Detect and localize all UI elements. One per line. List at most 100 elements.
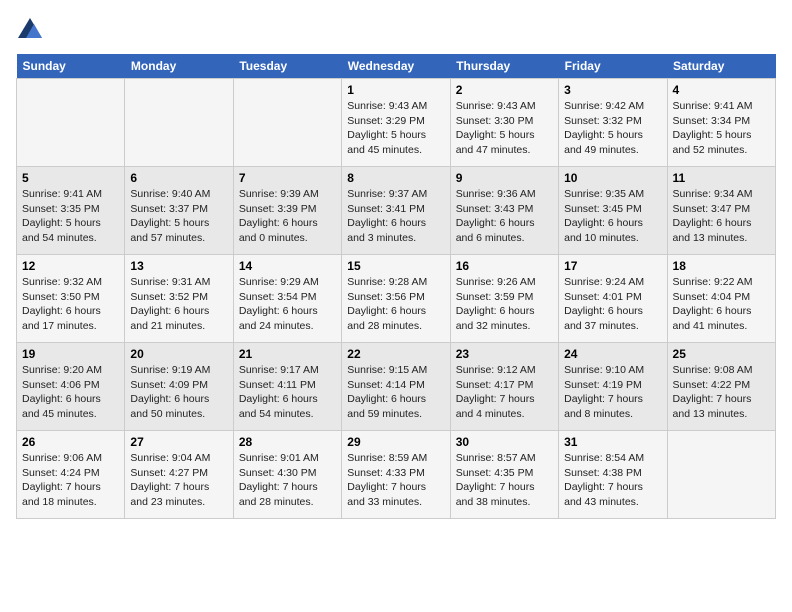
- calendar-cell: [17, 79, 125, 167]
- day-info: Sunrise: 9:42 AM Sunset: 3:32 PM Dayligh…: [564, 99, 661, 158]
- calendar-cell: 29Sunrise: 8:59 AM Sunset: 4:33 PM Dayli…: [342, 431, 450, 519]
- calendar-cell: [125, 79, 233, 167]
- logo-icon: [16, 16, 44, 44]
- day-number: 23: [456, 347, 553, 361]
- day-number: 12: [22, 259, 119, 273]
- calendar-cell: 8Sunrise: 9:37 AM Sunset: 3:41 PM Daylig…: [342, 167, 450, 255]
- calendar-cell: 28 Sunrise: 9:01 AM Sunset: 4:30 PM Dayli…: [233, 431, 341, 519]
- day-number: 2: [456, 83, 553, 97]
- calendar-cell: 7 Sunrise: 9:39 AM Sunset: 3:39 PM Daylig…: [233, 167, 341, 255]
- day-info: Sunrise: 9:29 AM Sunset: 3:54 PM Dayligh…: [239, 275, 336, 334]
- day-number: 27: [130, 435, 227, 449]
- day-info: Sunrise: 8:59 AM Sunset: 4:33 PM Dayligh…: [347, 451, 444, 510]
- day-number: 15: [347, 259, 444, 273]
- calendar-week-row: 1 Sunrise: 9:43 AM Sunset: 3:29 PM Daylig…: [17, 79, 776, 167]
- day-number: 6: [130, 171, 227, 185]
- day-number: 22: [347, 347, 444, 361]
- day-number: 5: [22, 171, 119, 185]
- day-number: 31: [564, 435, 661, 449]
- day-info: Sunrise: 9:19 AM Sunset: 4:09 PM Dayligh…: [130, 363, 227, 422]
- calendar-cell: 14 Sunrise: 9:29 AM Sunset: 3:54 PM Dayli…: [233, 255, 341, 343]
- calendar-cell: 23Sunrise: 9:12 AM Sunset: 4:17 PM Dayli…: [450, 343, 558, 431]
- calendar-table: SundayMondayTuesdayWednesdayThursdayFrid…: [16, 54, 776, 519]
- calendar-cell: [667, 431, 775, 519]
- day-info: Sunrise: 9:20 AM Sunset: 4:06 PM Dayligh…: [22, 363, 119, 422]
- day-info: Sunrise: 9:39 AM Sunset: 3:39 PM Dayligh…: [239, 187, 336, 246]
- calendar-week-row: 19 Sunrise: 9:20 AM Sunset: 4:06 PM Dayli…: [17, 343, 776, 431]
- day-info: Sunrise: 8:57 AM Sunset: 4:35 PM Dayligh…: [456, 451, 553, 510]
- weekday-header: Saturday: [667, 54, 775, 79]
- calendar-cell: 20Sunrise: 9:19 AM Sunset: 4:09 PM Dayli…: [125, 343, 233, 431]
- logo: [16, 16, 48, 44]
- calendar-cell: 16 Sunrise: 9:26 AM Sunset: 3:59 PM Dayli…: [450, 255, 558, 343]
- calendar-cell: 4Sunrise: 9:41 AM Sunset: 3:34 PM Daylig…: [667, 79, 775, 167]
- day-info: Sunrise: 9:15 AM Sunset: 4:14 PM Dayligh…: [347, 363, 444, 422]
- calendar-cell: 17 Sunrise: 9:24 AM Sunset: 4:01 PM Dayli…: [559, 255, 667, 343]
- day-number: 28: [239, 435, 336, 449]
- weekday-header-row: SundayMondayTuesdayWednesdayThursdayFrid…: [17, 54, 776, 79]
- day-info: Sunrise: 9:26 AM Sunset: 3:59 PM Dayligh…: [456, 275, 553, 334]
- calendar-cell: 2 Sunrise: 9:43 AM Sunset: 3:30 PM Daylig…: [450, 79, 558, 167]
- day-info: Sunrise: 9:43 AM Sunset: 3:30 PM Dayligh…: [456, 99, 553, 158]
- calendar-cell: 26 Sunrise: 9:06 AM Sunset: 4:24 PM Dayli…: [17, 431, 125, 519]
- calendar-cell: 31 Sunrise: 8:54 AM Sunset: 4:38 PM Dayli…: [559, 431, 667, 519]
- day-info: Sunrise: 9:01 AM Sunset: 4:30 PM Dayligh…: [239, 451, 336, 510]
- calendar-cell: 6 Sunrise: 9:40 AM Sunset: 3:37 PM Daylig…: [125, 167, 233, 255]
- day-number: 25: [673, 347, 770, 361]
- day-number: 21: [239, 347, 336, 361]
- day-info: Sunrise: 9:43 AM Sunset: 3:29 PM Dayligh…: [347, 99, 444, 158]
- day-number: 7: [239, 171, 336, 185]
- day-info: Sunrise: 8:54 AM Sunset: 4:38 PM Dayligh…: [564, 451, 661, 510]
- day-number: 1: [347, 83, 444, 97]
- day-number: 14: [239, 259, 336, 273]
- calendar-cell: 24 Sunrise: 9:10 AM Sunset: 4:19 PM Dayli…: [559, 343, 667, 431]
- calendar-cell: 3 Sunrise: 9:42 AM Sunset: 3:32 PM Daylig…: [559, 79, 667, 167]
- weekday-header: Thursday: [450, 54, 558, 79]
- day-number: 10: [564, 171, 661, 185]
- day-number: 11: [673, 171, 770, 185]
- day-number: 3: [564, 83, 661, 97]
- day-info: Sunrise: 9:22 AM Sunset: 4:04 PM Dayligh…: [673, 275, 770, 334]
- day-number: 26: [22, 435, 119, 449]
- day-info: Sunrise: 9:32 AM Sunset: 3:50 PM Dayligh…: [22, 275, 119, 334]
- day-number: 9: [456, 171, 553, 185]
- calendar-week-row: 12 Sunrise: 9:32 AM Sunset: 3:50 PM Dayli…: [17, 255, 776, 343]
- weekday-header: Monday: [125, 54, 233, 79]
- day-info: Sunrise: 9:40 AM Sunset: 3:37 PM Dayligh…: [130, 187, 227, 246]
- calendar-cell: 22 Sunrise: 9:15 AM Sunset: 4:14 PM Dayli…: [342, 343, 450, 431]
- calendar-cell: 1 Sunrise: 9:43 AM Sunset: 3:29 PM Daylig…: [342, 79, 450, 167]
- day-number: 19: [22, 347, 119, 361]
- weekday-header: Friday: [559, 54, 667, 79]
- day-info: Sunrise: 9:06 AM Sunset: 4:24 PM Dayligh…: [22, 451, 119, 510]
- day-number: 8: [347, 171, 444, 185]
- day-number: 16: [456, 259, 553, 273]
- day-info: Sunrise: 9:08 AM Sunset: 4:22 PM Dayligh…: [673, 363, 770, 422]
- calendar-cell: 15Sunrise: 9:28 AM Sunset: 3:56 PM Dayli…: [342, 255, 450, 343]
- day-number: 4: [673, 83, 770, 97]
- calendar-cell: 27 Sunrise: 9:04 AM Sunset: 4:27 PM Dayli…: [125, 431, 233, 519]
- day-info: Sunrise: 9:36 AM Sunset: 3:43 PM Dayligh…: [456, 187, 553, 246]
- calendar-cell: 18 Sunrise: 9:22 AM Sunset: 4:04 PM Dayli…: [667, 255, 775, 343]
- day-info: Sunrise: 9:24 AM Sunset: 4:01 PM Dayligh…: [564, 275, 661, 334]
- calendar-cell: 21 Sunrise: 9:17 AM Sunset: 4:11 PM Dayli…: [233, 343, 341, 431]
- day-number: 18: [673, 259, 770, 273]
- page-header: [16, 16, 776, 44]
- day-info: Sunrise: 9:41 AM Sunset: 3:35 PM Dayligh…: [22, 187, 119, 246]
- calendar-cell: 13Sunrise: 9:31 AM Sunset: 3:52 PM Dayli…: [125, 255, 233, 343]
- day-info: Sunrise: 9:17 AM Sunset: 4:11 PM Dayligh…: [239, 363, 336, 422]
- calendar-cell: [233, 79, 341, 167]
- calendar-cell: 10 Sunrise: 9:35 AM Sunset: 3:45 PM Dayli…: [559, 167, 667, 255]
- day-number: 24: [564, 347, 661, 361]
- calendar-week-row: 26 Sunrise: 9:06 AM Sunset: 4:24 PM Dayli…: [17, 431, 776, 519]
- calendar-cell: 19 Sunrise: 9:20 AM Sunset: 4:06 PM Dayli…: [17, 343, 125, 431]
- calendar-cell: 30Sunrise: 8:57 AM Sunset: 4:35 PM Dayli…: [450, 431, 558, 519]
- day-info: Sunrise: 9:35 AM Sunset: 3:45 PM Dayligh…: [564, 187, 661, 246]
- day-info: Sunrise: 9:04 AM Sunset: 4:27 PM Dayligh…: [130, 451, 227, 510]
- day-info: Sunrise: 9:34 AM Sunset: 3:47 PM Dayligh…: [673, 187, 770, 246]
- day-info: Sunrise: 9:10 AM Sunset: 4:19 PM Dayligh…: [564, 363, 661, 422]
- weekday-header: Wednesday: [342, 54, 450, 79]
- day-info: Sunrise: 9:31 AM Sunset: 3:52 PM Dayligh…: [130, 275, 227, 334]
- day-number: 17: [564, 259, 661, 273]
- calendar-cell: 11 Sunrise: 9:34 AM Sunset: 3:47 PM Dayli…: [667, 167, 775, 255]
- calendar-cell: 25 Sunrise: 9:08 AM Sunset: 4:22 PM Dayli…: [667, 343, 775, 431]
